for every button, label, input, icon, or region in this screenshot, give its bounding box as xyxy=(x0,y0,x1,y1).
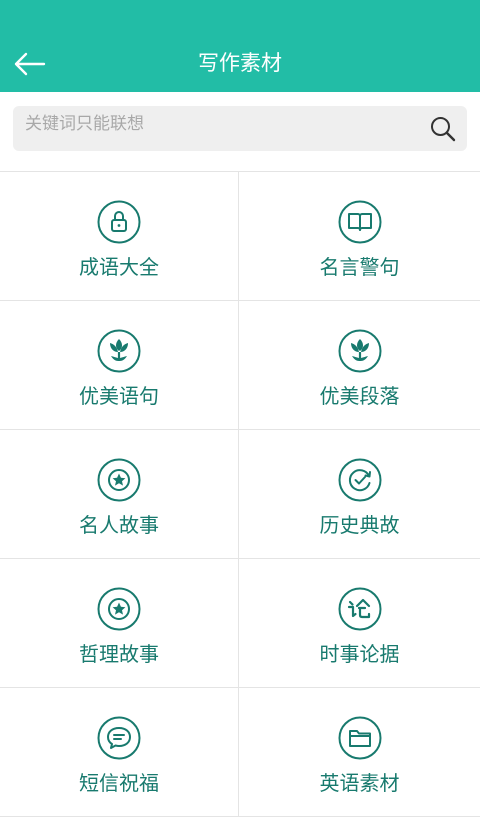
grid-item-sms-wishes[interactable]: 短信祝福 xyxy=(0,688,239,817)
flower-icon xyxy=(97,329,141,373)
grid-item-sentences[interactable]: 优美语句 xyxy=(0,301,239,430)
grid-item-paragraphs[interactable]: 优美段落 xyxy=(239,301,480,430)
grid-item-label: 历史典故 xyxy=(319,513,400,537)
search-bar[interactable] xyxy=(13,106,467,151)
grid-item-history-allusions[interactable]: 历史典故 xyxy=(239,430,480,559)
grid-item-label: 优美段落 xyxy=(319,384,400,408)
star-badge-icon xyxy=(97,587,141,631)
grid-item-philosophy-stories[interactable]: 哲理故事 xyxy=(0,559,239,688)
page-title: 写作素材 xyxy=(198,51,282,75)
category-grid: 成语大全 名言警句 优美语句 优美段落 名人故事 历史典故 哲理故事 时事论据 … xyxy=(0,171,480,817)
grid-item-celebrity-stories[interactable]: 名人故事 xyxy=(0,430,239,559)
grid-item-label: 优美语句 xyxy=(79,384,159,408)
grid-item-quotes[interactable]: 名言警句 xyxy=(239,172,480,301)
grid-item-label: 短信祝福 xyxy=(79,771,159,795)
flower-icon xyxy=(338,329,381,373)
lock-icon xyxy=(97,200,141,244)
grid-item-english-materials[interactable]: 英语素材 xyxy=(239,688,480,817)
argument-icon xyxy=(338,587,381,631)
grid-item-label: 时事论据 xyxy=(319,642,400,666)
chat-bubble-icon xyxy=(97,716,141,760)
grid-item-label: 名言警句 xyxy=(319,255,400,279)
grid-item-label: 哲理故事 xyxy=(79,642,159,666)
grid-item-idioms[interactable]: 成语大全 xyxy=(0,172,239,301)
history-clock-icon xyxy=(338,458,381,502)
folder-icon xyxy=(338,716,381,760)
grid-item-label: 名人故事 xyxy=(79,513,159,537)
search-input[interactable] xyxy=(25,106,415,142)
search-icon[interactable] xyxy=(429,115,457,143)
star-badge-icon xyxy=(97,458,141,502)
header-bar: 写作素材 xyxy=(0,0,480,92)
grid-item-label: 成语大全 xyxy=(79,255,159,279)
grid-item-current-affairs[interactable]: 时事论据 xyxy=(239,559,480,688)
book-icon xyxy=(338,200,381,244)
grid-item-label: 英语素材 xyxy=(319,771,400,795)
